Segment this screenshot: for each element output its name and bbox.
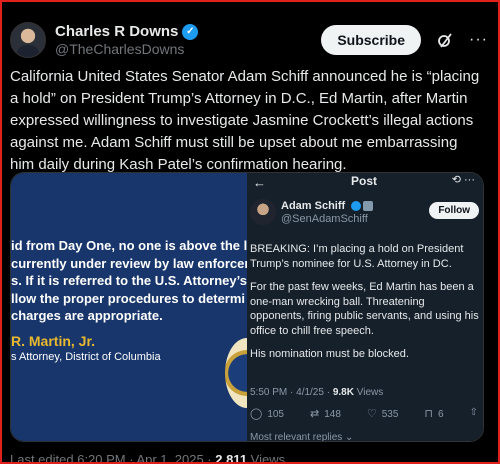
tweet-text: California United States Senator Adam Sc… — [10, 68, 480, 173]
more-icon[interactable]: ··· — [469, 31, 488, 49]
tweet-media[interactable]: id from Day One, no one is above the la … — [10, 172, 484, 442]
avatar[interactable] — [10, 22, 46, 58]
embedded-post-title: Post — [351, 174, 378, 188]
reply-icon: ◯ — [250, 408, 263, 420]
embedded-repost: ⇄ 148 — [309, 408, 341, 420]
author-info: Charles R Downs ✓ @TheCharlesDowns — [55, 23, 199, 57]
embedded-top-bar: ← Post ⟲ ··· — [247, 173, 483, 191]
embedded-like: ♡ 535 — [366, 408, 399, 420]
verified-icon: ✓ — [182, 23, 199, 40]
repost-icon: ⇄ — [309, 408, 320, 420]
tweet-footer: Last edited 6:20 PM · Apr 1, 2025 · 2,81… — [10, 452, 285, 464]
verified-icon — [351, 201, 362, 212]
embedded-replies-sort: Most relevant replies ⌄ — [250, 432, 354, 442]
embedded-avatar — [250, 199, 276, 225]
view-count: 2,811 — [215, 452, 248, 464]
embedded-reply: ◯ 105 — [250, 408, 284, 420]
embedded-author-handle: @SenAdamSchiff — [281, 213, 368, 225]
author-handle[interactable]: @TheCharlesDowns — [55, 41, 198, 57]
subscribe-button[interactable]: Subscribe — [321, 25, 422, 55]
signer-name: R. Martin, Jr. — [11, 333, 96, 349]
gov-badge-icon — [363, 201, 374, 212]
statement-image[interactable]: id from Day One, no one is above the la … — [11, 173, 254, 441]
embedded-author-name: Adam Schiff — [281, 200, 374, 212]
author-name[interactable]: Charles R Downs — [55, 23, 178, 40]
embedded-author: Adam Schiff @SenAdamSchiff Follow — [247, 199, 483, 229]
embedded-actions: ◯ 105 ⇄ 148 ♡ 535 ⊓ 6 ⇧ — [250, 407, 478, 420]
edited-timestamp[interactable]: Last edited 6:20 PM · Apr 1, 2025 · — [10, 452, 215, 464]
signer-title: s Attorney, District of Columbia — [11, 351, 161, 363]
tweet-header: Charles R Downs ✓ @TheCharlesDowns Subsc… — [10, 18, 488, 62]
embedded-more-icon: ⟲ ··· — [451, 174, 475, 186]
grok-icon[interactable] — [435, 30, 455, 50]
embedded-bookmark: ⊓ 6 — [424, 408, 444, 420]
statement-text: id from Day One, no one is above the la … — [11, 238, 255, 324]
back-arrow-icon: ← — [253, 174, 266, 190]
embedded-post-screenshot[interactable]: ← Post ⟲ ··· Adam Schiff @SenAdamSchiff … — [247, 173, 483, 442]
bookmark-icon: ⊓ — [424, 408, 434, 420]
name-row: Charles R Downs ✓ — [55, 23, 199, 40]
embedded-post-meta: 5:50 PM · 4/1/25 · 9.8K Views — [250, 387, 384, 398]
embedded-post-body: BREAKING: I’m placing a hold on Presiden… — [250, 243, 479, 360]
embedded-follow-button: Follow — [429, 202, 479, 219]
share-icon: ⇧ — [469, 407, 478, 418]
heart-icon: ♡ — [366, 408, 377, 420]
